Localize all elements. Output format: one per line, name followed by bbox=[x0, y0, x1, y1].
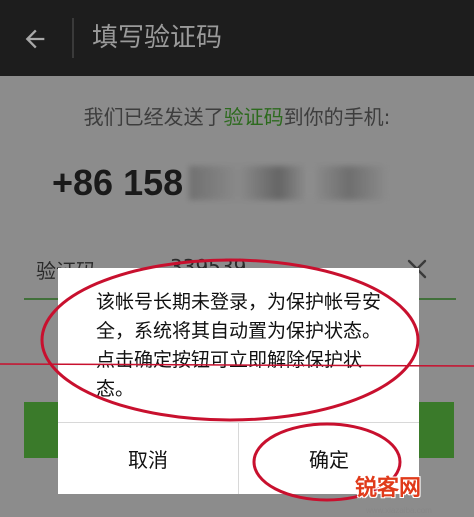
back-button[interactable] bbox=[14, 20, 56, 58]
watermark-url: www.xiazaiba.com bbox=[366, 506, 432, 515]
sent-message-prefix: 我们已经发送了 bbox=[83, 105, 224, 129]
phone-number: +86 158 bbox=[52, 160, 390, 206]
appbar-divider bbox=[72, 18, 74, 58]
sent-message-highlight: 验证码 bbox=[223, 105, 284, 129]
dialog-message: 该帐号长期未登录，为保护帐号安全，系统将其自动置为保护状态。点击确定按钮可立即解… bbox=[96, 291, 382, 400]
watermark-logo: 锐客网 bbox=[355, 476, 422, 501]
phone-number-blurred bbox=[189, 166, 390, 200]
arrow-left-icon bbox=[25, 29, 45, 49]
sent-message-suffix: 到你的手机: bbox=[283, 105, 391, 129]
page-title: 填写验证码 bbox=[92, 23, 223, 53]
sent-message: 我们已经发送了验证码到你的手机: bbox=[0, 101, 474, 130]
phone-number-prefix: +86 158 bbox=[52, 162, 184, 203]
protection-dialog: 该帐号长期未登录，为保护帐号安全，系统将其自动置为保护状态。点击确定按钮可立即解… bbox=[58, 268, 419, 494]
cancel-button[interactable]: 取消 bbox=[58, 423, 238, 494]
app-bar: 填写验证码 bbox=[0, 0, 474, 76]
